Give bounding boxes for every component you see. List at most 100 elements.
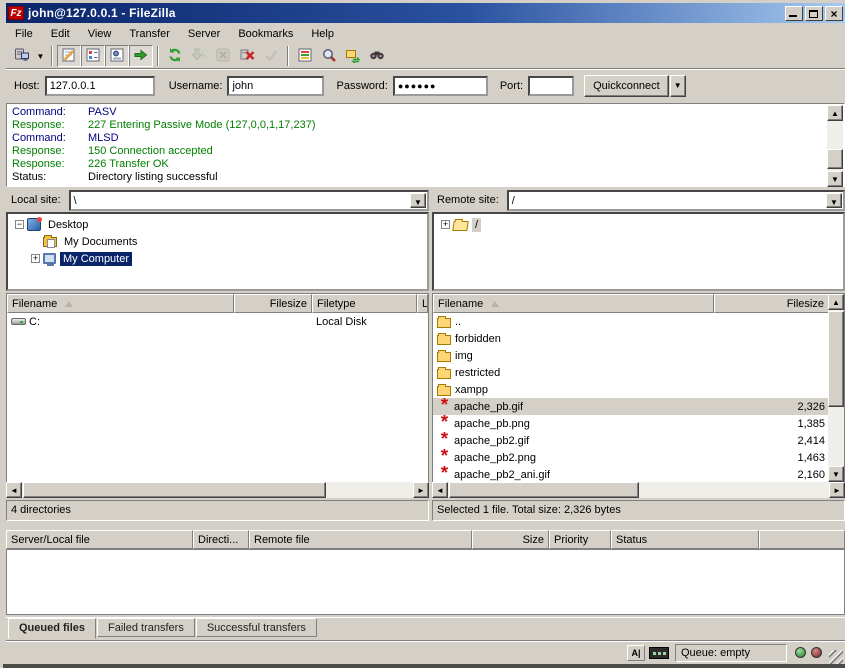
file-size-cell: 2,160 [714,466,829,482]
queue-column-status[interactable]: Status [611,530,759,549]
local-hscroll-thumb[interactable] [23,482,326,498]
reconnect-button[interactable] [259,45,283,67]
close-button[interactable]: × [825,6,843,21]
scroll-left-icon[interactable]: ◄ [432,482,448,498]
remote-file-row[interactable]: forbidden [433,330,829,347]
file-name: apache_pb2.png [454,452,536,464]
queue-column-priority[interactable]: Priority [549,530,611,549]
tab-failed-transfers[interactable]: Failed transfers [97,618,195,637]
chevron-down-icon[interactable]: ▼ [410,193,426,208]
queue-column-serverlocalfile[interactable]: Server/Local file [6,530,193,549]
expand-icon[interactable]: + [31,254,40,263]
tab-successful-transfers[interactable]: Successful transfers [196,618,317,637]
scroll-up-icon[interactable]: ▲ [828,294,844,310]
remote-vertical-scrollbar[interactable]: ▲ ▼ [828,294,844,482]
synchronized-browsing-button[interactable] [341,45,365,67]
toggle-queue-button[interactable] [129,45,153,67]
toggle-remote-tree-button[interactable] [105,45,129,67]
remote-file-row[interactable]: apache_pb2_ani.gif2,160 [433,466,829,482]
refresh-button[interactable] [163,45,187,67]
log-line-text: PASV [88,106,117,119]
file-name: C: [29,316,40,328]
menu-transfer[interactable]: Transfer [120,26,179,42]
local-site-value: \ [74,195,77,207]
local-tree-item[interactable]: +My Computer [8,250,427,267]
site-manager-dropdown-button[interactable]: ▼ [34,45,47,67]
site-manager-button[interactable] [10,45,34,67]
menu-bar: FileEditViewTransferServerBookmarksHelp [6,24,845,43]
remote-file-row[interactable]: apache_pb2.gif2,414 [433,432,829,449]
password-input[interactable] [393,76,488,96]
cancel-icon [215,47,231,66]
column-header-l[interactable]: L [417,294,428,313]
scroll-right-icon[interactable]: ► [413,482,429,498]
find-files-button[interactable] [365,45,389,67]
resize-grip[interactable] [829,650,843,664]
toggle-local-tree-button[interactable] [81,45,105,67]
expand-icon[interactable]: + [441,220,450,229]
scroll-right-icon[interactable]: ► [829,482,845,498]
directory-comparison-button[interactable] [317,45,341,67]
remote-site-combo[interactable]: / ▼ [507,190,845,211]
remote-scroll-thumb[interactable] [828,311,844,407]
menu-server[interactable]: Server [179,26,229,42]
local-file-row[interactable]: C:Local Disk [7,313,428,330]
menu-file[interactable]: File [6,26,42,42]
column-header-filesize[interactable]: Filesize [714,294,829,313]
quickconnect-button[interactable]: Quickconnect [584,75,669,97]
column-header-filename[interactable]: Filename [433,294,714,313]
menu-edit[interactable]: Edit [42,26,79,42]
scroll-left-icon[interactable]: ◄ [6,482,22,498]
remote-site-label: Remote site: [432,190,507,211]
menu-bookmarks[interactable]: Bookmarks [229,26,302,42]
username-input[interactable] [227,76,324,96]
remote-file-row[interactable]: .. [433,313,829,330]
maximize-button[interactable] [805,6,823,21]
remote-horizontal-scrollbar[interactable]: ◄ ► [432,482,845,498]
queue-column-size[interactable]: Size [472,530,549,549]
local-tree-item[interactable]: My Documents [8,233,427,250]
toggle-log-button[interactable] [57,45,81,67]
remote-file-row[interactable]: restricted [433,364,829,381]
column-header-filesize[interactable]: Filesize [234,294,312,313]
remote-file-row[interactable]: apache_pb.png1,385 [433,415,829,432]
filter-button[interactable] [293,45,317,67]
column-header-filename[interactable]: Filename [7,294,234,313]
remote-file-row[interactable]: xampp [433,381,829,398]
remote-tree-item[interactable]: +/ [434,216,843,233]
log-line-text: 227 Entering Passive Mode (127,0,0,1,17,… [88,119,315,132]
disconnect-button[interactable] [235,45,259,67]
chevron-down-icon[interactable]: ▼ [826,193,842,208]
remote-file-row[interactable]: apache_pb2.png1,463 [433,449,829,466]
remote-file-row[interactable]: img [433,347,829,364]
menu-view[interactable]: View [79,26,121,42]
local-horizontal-scrollbar[interactable]: ◄ ► [6,482,429,498]
process-queue-button[interactable] [187,45,211,67]
queue-column-blank[interactable] [759,530,845,549]
log-vertical-scrollbar[interactable]: ▲ ▼ [827,105,843,187]
tab-queued-files[interactable]: Queued files [8,618,96,639]
local-site-combo[interactable]: \ ▼ [69,190,429,211]
remote-hscroll-thumb[interactable] [449,482,639,498]
port-input[interactable] [528,76,574,96]
column-header-filetype[interactable]: Filetype [312,294,417,313]
cancel-button[interactable] [211,45,235,67]
scroll-down-icon[interactable]: ▼ [828,466,844,482]
remote-file-row[interactable]: apache_pb.gif2,326 [433,398,829,415]
menu-help[interactable]: Help [302,26,343,42]
scroll-up-icon[interactable]: ▲ [827,105,843,121]
queue-column-label: Remote file [254,534,310,546]
speedlimits-icon[interactable] [649,647,669,659]
docs-icon [43,237,57,247]
queue-column-directi[interactable]: Directi... [193,530,249,549]
host-input[interactable] [45,76,155,96]
log-scroll-thumb[interactable] [827,149,843,169]
datatype-indicator-icon[interactable]: A| [627,645,645,661]
queue-column-remotefile[interactable]: Remote file [249,530,472,549]
minimize-button[interactable] [785,6,803,21]
scroll-down-icon[interactable]: ▼ [827,171,843,187]
local-tree-item[interactable]: −Desktop [8,216,427,233]
collapse-icon[interactable]: − [15,220,24,229]
title-bar[interactable]: Fz john@127.0.0.1 - FileZilla × [6,3,845,23]
quickconnect-dropdown-button[interactable]: ▼ [670,75,686,97]
